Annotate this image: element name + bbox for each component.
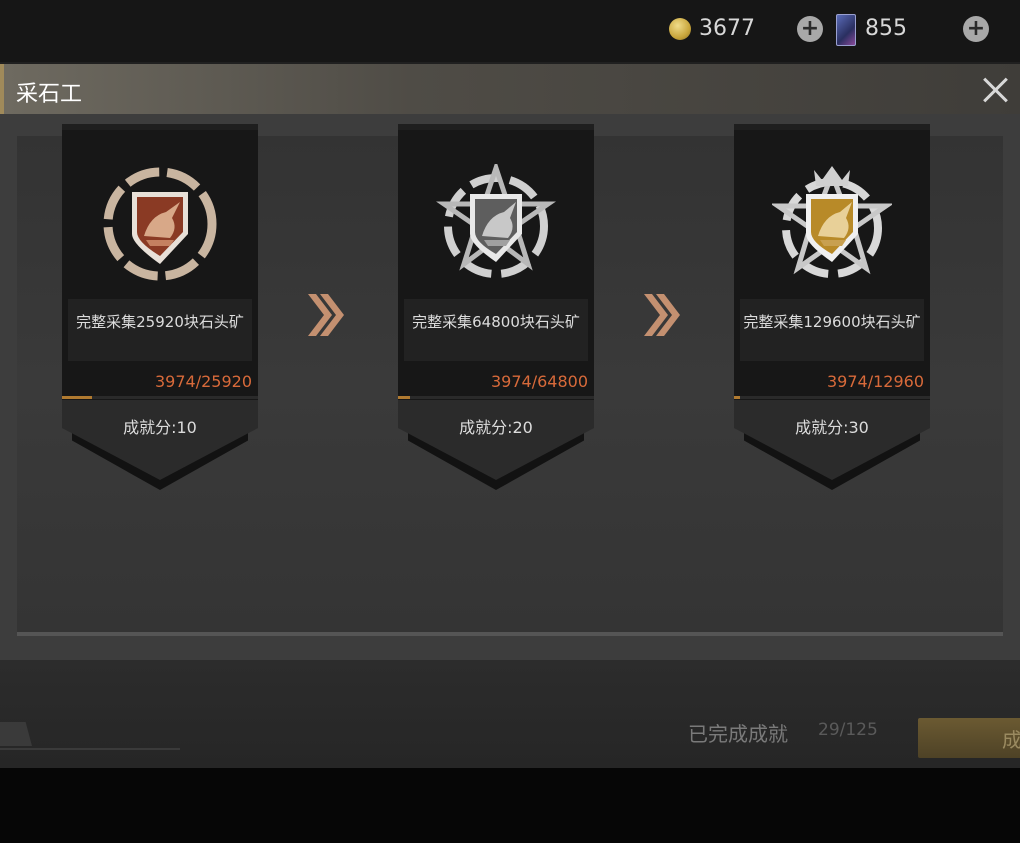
close-icon[interactable]	[978, 72, 1012, 106]
progress-bar-fill	[62, 396, 92, 399]
achievement-description: 完整采集64800块石头矿	[412, 313, 580, 331]
dialog-header: 采石工	[0, 64, 1020, 114]
content-divider	[17, 632, 1003, 636]
completed-achievements-label: 已完成成就	[688, 722, 788, 746]
silver-medal-icon	[436, 164, 556, 278]
progress-bar-fill	[398, 396, 410, 399]
coin-icon	[669, 18, 691, 40]
card-icon	[836, 14, 856, 46]
completed-achievements-count: 29/125	[818, 720, 878, 740]
chevron-right-icon	[308, 294, 344, 336]
footer-divider	[0, 748, 180, 750]
bottom-bar	[0, 768, 1020, 843]
achievement-card-gold[interactable]: 完整采集129600块石头矿 3974/12960 成就分:30	[734, 124, 930, 490]
achievement-description: 完整采集25920块石头矿	[76, 313, 244, 331]
achievement-score: 成就分:20	[459, 418, 533, 437]
add-card-button[interactable]: +	[963, 16, 989, 42]
achievement-score: 成就分:30	[795, 418, 869, 437]
card-amount: 855	[865, 16, 907, 41]
bronze-medal-icon	[103, 167, 217, 281]
progress-bar	[398, 396, 594, 399]
chevron-right-icon	[644, 294, 680, 336]
progress-bar	[734, 396, 930, 399]
gold-medal-icon	[772, 166, 892, 278]
footer-action-label: 成	[1002, 728, 1020, 752]
footer-action-button[interactable]: 成	[918, 718, 1020, 758]
achievement-description: 完整采集129600块石头矿	[743, 313, 921, 331]
achievement-progress-text: 3974/12960	[826, 372, 924, 391]
currency-bar: 3677 + 855 +	[0, 0, 1020, 62]
achievement-card-bronze[interactable]: 完整采集25920块石头矿 3974/25920 成就分:10	[62, 124, 258, 490]
achievement-progress-text: 3974/25920	[154, 372, 252, 391]
achievement-card-silver[interactable]: 完整采集64800块石头矿 3974/64800 成就分:20	[398, 124, 594, 490]
progress-bar	[62, 396, 258, 399]
footer-area	[0, 660, 1020, 768]
achievement-progress-text: 3974/64800	[490, 372, 588, 391]
add-coin-button[interactable]: +	[797, 16, 823, 42]
dialog-title: 采石工	[16, 82, 83, 107]
achievement-score: 成就分:10	[123, 418, 197, 437]
progress-bar-fill	[734, 396, 741, 399]
coin-amount: 3677	[699, 16, 755, 41]
